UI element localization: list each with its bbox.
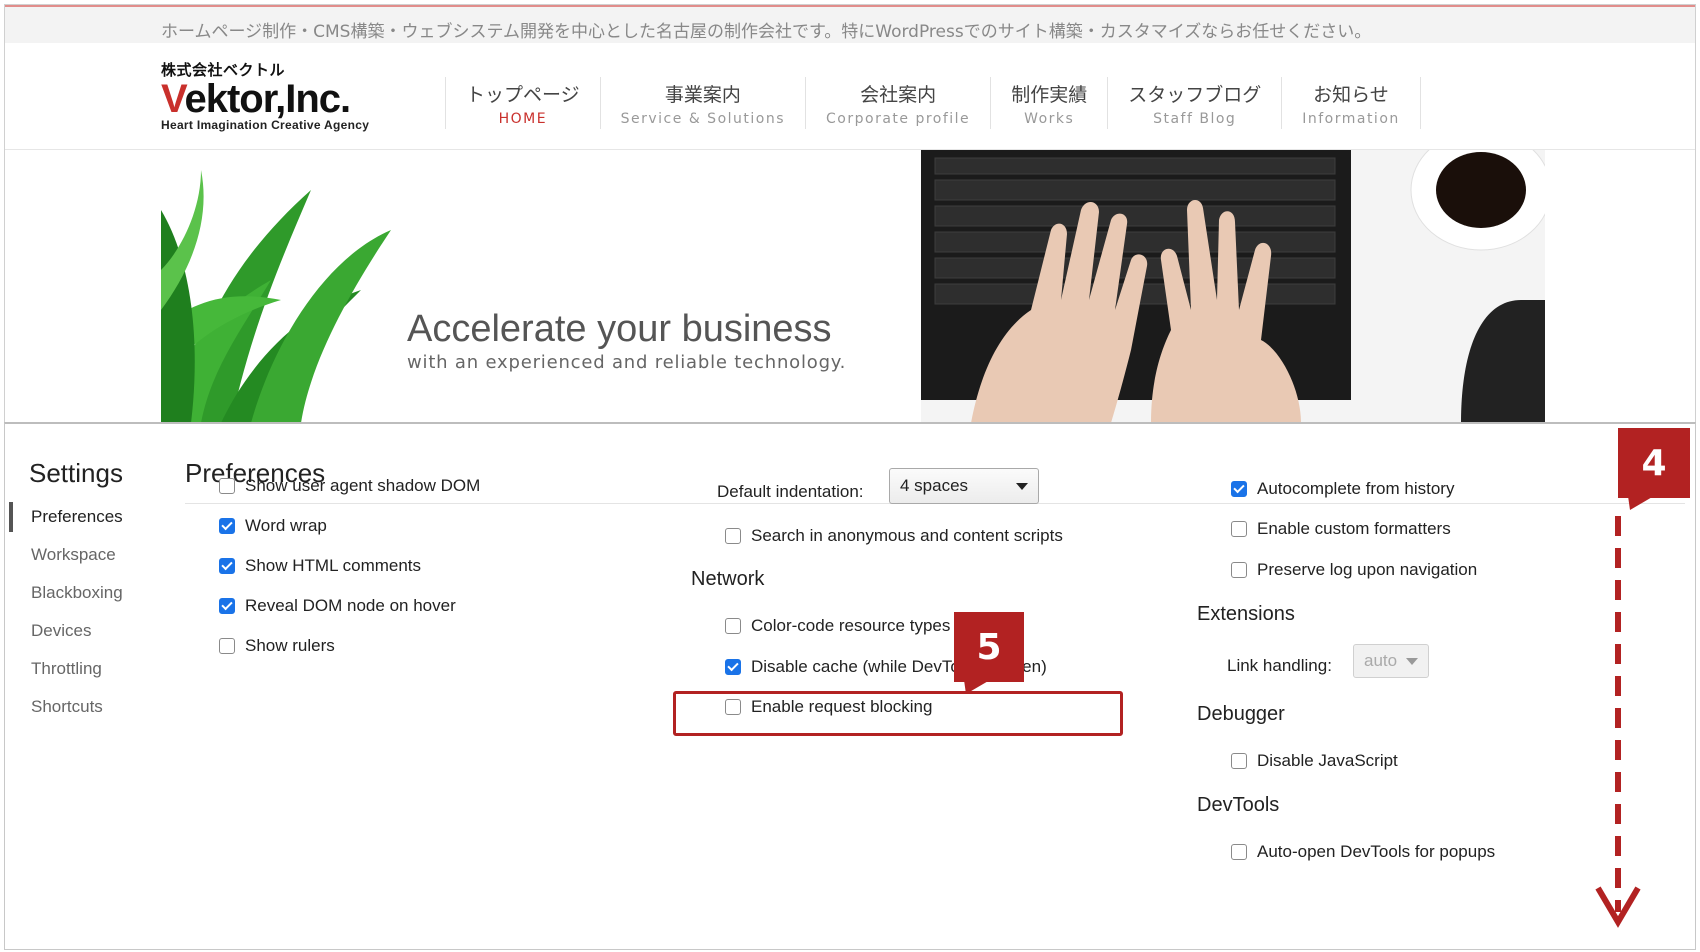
chevron-down-icon — [1406, 658, 1418, 665]
step-4-badge: 4 — [1618, 428, 1690, 498]
devtools-section-title: DevTools — [1197, 794, 1280, 816]
checkbox-box[interactable] — [219, 598, 235, 614]
nav-item-jp-label: トップページ — [466, 83, 580, 106]
checkbox-label: Show rulers — [245, 636, 335, 655]
checkbox-label: Disable JavaScript — [1257, 751, 1398, 770]
logo-wordmark-rest: ektor,Inc. — [184, 77, 351, 121]
sidebar-item-workspace[interactable]: Workspace — [5, 536, 155, 574]
checkbox-box[interactable] — [725, 618, 741, 634]
scroll-down-arrow-icon — [1595, 516, 1641, 928]
checkbox-label: Enable custom formatters — [1257, 519, 1451, 538]
nav-item-en-label: Works — [1024, 110, 1075, 127]
checkbox-label: Autocomplete from history — [1257, 479, 1455, 498]
plant-image — [161, 170, 391, 422]
preserve-log-checkbox[interactable]: Preserve log upon navigation — [1231, 560, 1477, 580]
site-tagline: ホームページ制作・CMS構築・ウェブシステム開発を中心とした名古屋の制作会社です… — [161, 22, 1372, 42]
default-indentation-label: Default indentation: — [717, 482, 864, 501]
select-value: 4 spaces — [900, 476, 969, 495]
checkbox-box[interactable] — [725, 528, 741, 544]
step-4-number: 4 — [1641, 442, 1667, 484]
show-rulers-checkbox[interactable]: Show rulers — [219, 636, 335, 656]
checkbox-box[interactable] — [219, 558, 235, 574]
checkbox-box[interactable] — [219, 638, 235, 654]
show-shadow-dom-checkbox[interactable]: Show user agent shadow DOM — [219, 476, 480, 496]
global-nav: トップページ HOME 事業案内 Service & Solutions 会社案… — [445, 77, 1421, 129]
hero-title: Accelerate your business — [407, 308, 832, 350]
nav-item-jp-label: スタッフブログ — [1128, 83, 1262, 106]
logo-slogan: Heart Imagination Creative Agency — [161, 118, 370, 132]
nav-item-en-label: Service & Solutions — [620, 110, 786, 127]
network-section-title: Network — [691, 568, 765, 590]
nav-item-jp-label: 事業案内 — [664, 83, 741, 106]
word-wrap-checkbox[interactable]: Word wrap — [219, 516, 327, 536]
checkbox-box[interactable] — [1231, 521, 1247, 537]
logo-wordmark: Vektor,Inc. — [161, 77, 369, 121]
show-html-comments-checkbox[interactable]: Show HTML comments — [219, 556, 421, 576]
default-indentation-select[interactable]: 4 spaces — [889, 468, 1039, 504]
autocomplete-history-checkbox[interactable]: Autocomplete from history — [1231, 479, 1454, 499]
checkbox-label: Show user agent shadow DOM — [245, 476, 481, 495]
sidebar-item-throttling[interactable]: Throttling — [5, 650, 155, 688]
nav-item-works[interactable]: 制作実績 Works — [990, 77, 1107, 129]
debugger-section-title: Debugger — [1197, 703, 1285, 725]
keyboard-hands-image — [921, 150, 1545, 422]
search-anonymous-scripts-checkbox[interactable]: Search in anonymous and content scripts — [725, 526, 1063, 546]
nav-item-jp-label: 制作実績 — [1011, 83, 1088, 106]
nav-item-jp-label: 会社案内 — [860, 83, 937, 106]
checkbox-label: Color-code resource types — [751, 616, 951, 635]
nav-item-en-label: Staff Blog — [1153, 110, 1237, 127]
checkbox-box[interactable] — [219, 518, 235, 534]
logo-wordmark-v: V — [161, 77, 186, 121]
custom-formatters-checkbox[interactable]: Enable custom formatters — [1231, 519, 1451, 539]
sidebar-item-shortcuts[interactable]: Shortcuts — [5, 688, 155, 726]
link-handling-label: Link handling: — [1227, 656, 1332, 675]
sidebar-item-blackboxing[interactable]: Blackboxing — [5, 574, 155, 612]
nav-item-jp-label: お知らせ — [1313, 83, 1389, 106]
nav-item-en-label: Information — [1302, 110, 1400, 127]
nav-item-corporate[interactable]: 会社案内 Corporate profile — [805, 77, 990, 129]
tagline-bar: ホームページ制作・CMS構築・ウェブシステム開発を中心とした名古屋の制作会社です… — [5, 7, 1695, 43]
checkbox-box[interactable] — [1231, 481, 1247, 497]
checkbox-label: Search in anonymous and content scripts — [751, 526, 1063, 545]
extensions-section-title: Extensions — [1197, 603, 1295, 625]
checkbox-label: Reveal DOM node on hover — [245, 596, 456, 615]
step-5-pointer-icon — [964, 680, 990, 694]
checkbox-label: Preserve log upon navigation — [1257, 560, 1478, 579]
checkbox-box[interactable] — [1231, 562, 1247, 578]
step-5-badge: 5 — [954, 612, 1024, 682]
auto-open-devtools-checkbox[interactable]: Auto-open DevTools for popups — [1231, 842, 1495, 862]
select-value: auto — [1364, 651, 1398, 670]
hero-banner: Accelerate your business with an experie… — [161, 150, 1545, 422]
checkbox-box[interactable] — [1231, 844, 1247, 860]
company-logo[interactable]: 株式会社ベクトル Vektor,Inc. Heart Imagination C… — [161, 59, 369, 132]
checkbox-box[interactable] — [219, 478, 235, 494]
disable-cache-highlight — [673, 691, 1123, 736]
settings-sidebar: Preferences Workspace Blackboxing Device… — [5, 498, 155, 726]
step-5-number: 5 — [976, 626, 1002, 668]
nav-item-en-label: Corporate profile — [826, 110, 971, 127]
sidebar-item-preferences[interactable]: Preferences — [5, 498, 155, 536]
nav-item-staff-blog[interactable]: スタッフブログ Staff Blog — [1107, 77, 1281, 129]
devtools-settings-panel: Settings Preferences Workspace Blackboxi… — [4, 422, 1696, 950]
color-code-resources-checkbox[interactable]: Color-code resource types — [725, 616, 950, 636]
website-preview: ホームページ制作・CMS構築・ウェブシステム開発を中心とした名古屋の制作会社です… — [4, 4, 1696, 422]
checkbox-label: Word wrap — [245, 516, 327, 535]
checkbox-label: Auto-open DevTools for popups — [1257, 842, 1496, 861]
nav-item-home[interactable]: トップページ HOME — [445, 77, 600, 129]
step-4-pointer-icon — [1628, 496, 1654, 510]
nav-item-service[interactable]: 事業案内 Service & Solutions — [599, 77, 805, 129]
hero-subtitle: with an experienced and reliable technol… — [407, 352, 847, 373]
reveal-dom-on-hover-checkbox[interactable]: Reveal DOM node on hover — [219, 596, 456, 616]
checkbox-box[interactable] — [1231, 753, 1247, 769]
settings-title: Settings — [29, 458, 123, 488]
checkbox-box[interactable] — [725, 659, 741, 675]
chevron-down-icon — [1016, 483, 1028, 490]
disable-javascript-checkbox[interactable]: Disable JavaScript — [1231, 751, 1398, 771]
nav-item-information[interactable]: お知らせ Information — [1281, 77, 1421, 129]
sidebar-item-devices[interactable]: Devices — [5, 612, 155, 650]
nav-item-en-label: HOME — [498, 110, 548, 127]
link-handling-select[interactable]: auto — [1353, 644, 1429, 678]
checkbox-label: Show HTML comments — [245, 556, 422, 575]
